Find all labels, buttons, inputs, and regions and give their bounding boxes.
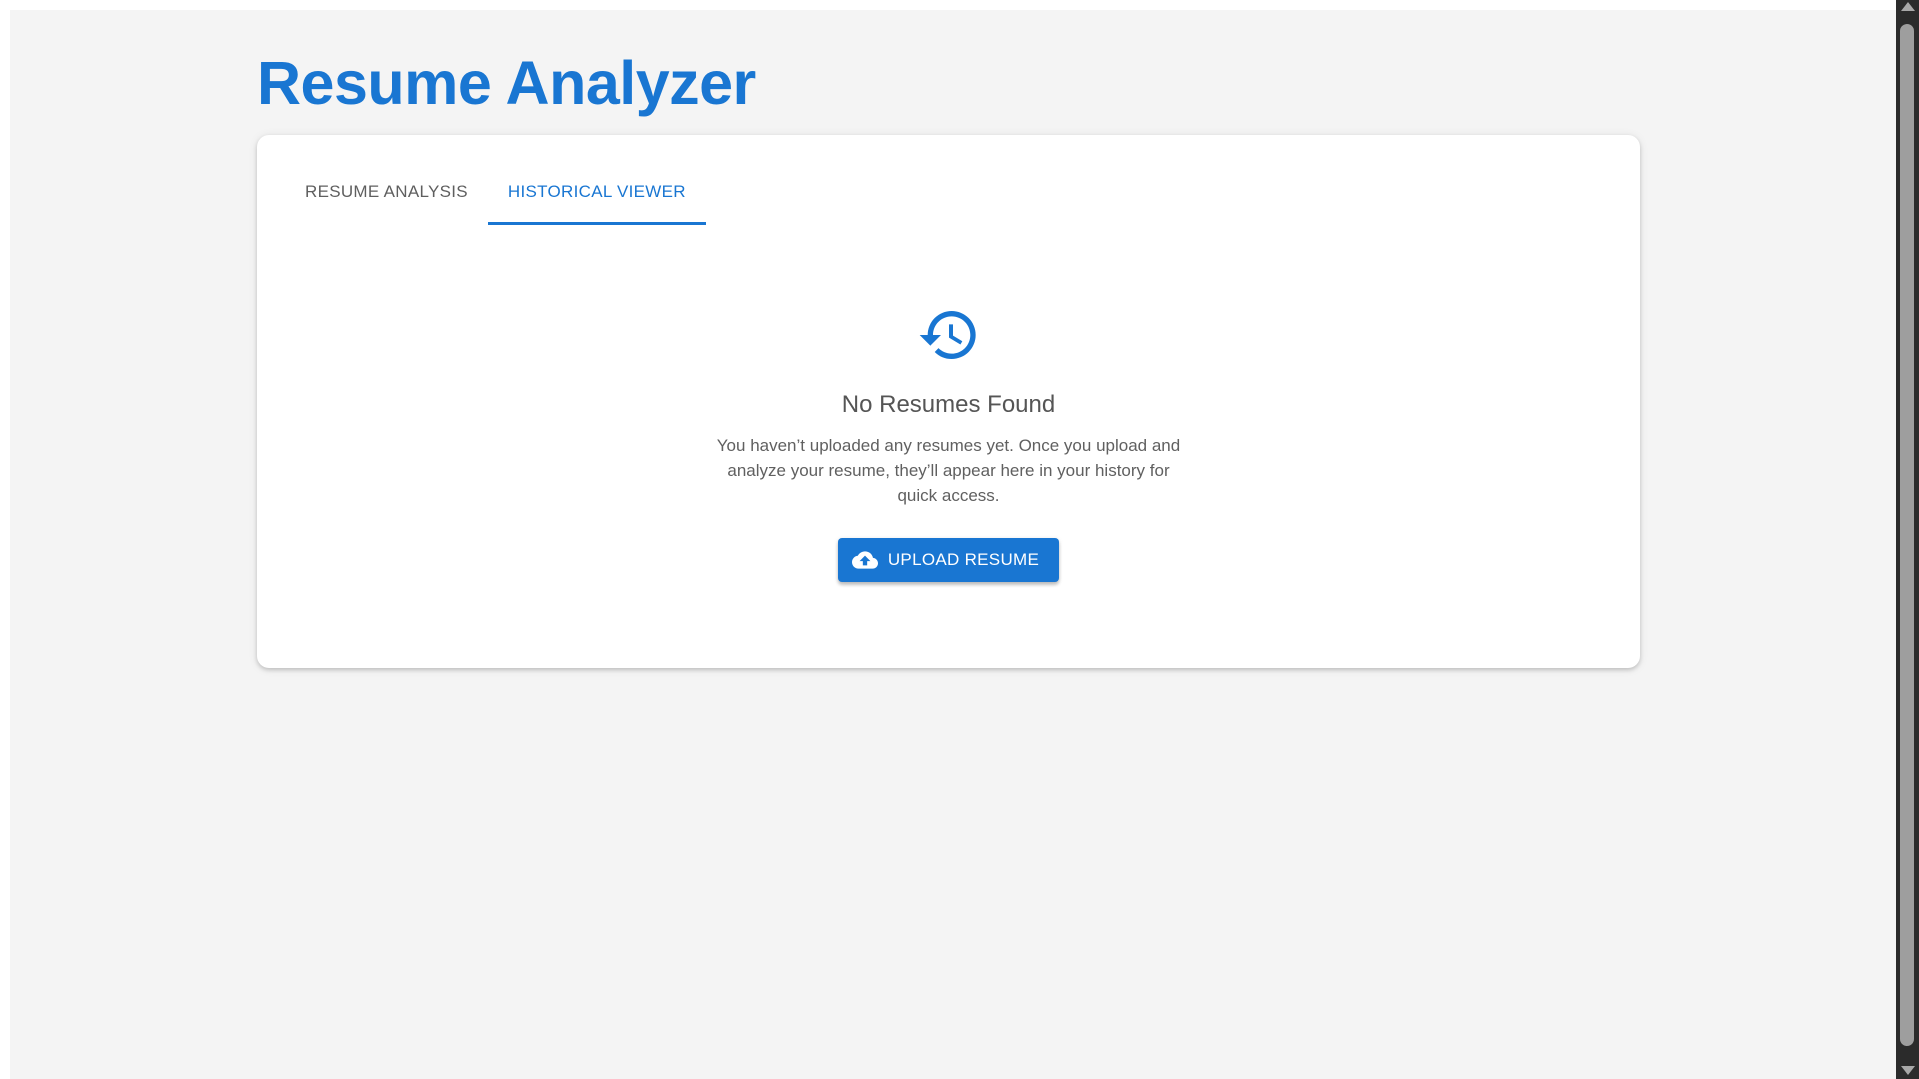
empty-state-title: No Resumes Found: [841, 391, 1056, 418]
tab-historical-viewer[interactable]: HISTORICAL VIEWER: [487, 161, 706, 225]
vertical-scrollbar[interactable]: [1896, 0, 1919, 1079]
scroll-down-arrow-icon[interactable]: [1901, 1066, 1915, 1075]
page-viewport: Resume Analyzer RESUME ANALYSIS HISTORIC…: [10, 10, 1896, 1079]
scroll-up-arrow-icon[interactable]: [1901, 2, 1915, 11]
empty-state: No Resumes Found You haven’t uploaded an…: [257, 303, 1640, 582]
cloud-upload-icon: [851, 551, 878, 569]
main-card: RESUME ANALYSIS HISTORICAL VIEWER No Res…: [257, 135, 1640, 668]
upload-resume-label: UPLOAD RESUME: [887, 550, 1040, 569]
history-icon: [919, 311, 976, 360]
tab-resume-analysis[interactable]: RESUME ANALYSIS: [285, 161, 488, 223]
scroll-thumb[interactable]: [1900, 24, 1914, 1046]
page-title: Resume Analyzer: [257, 49, 756, 117]
upload-resume-button[interactable]: UPLOAD RESUME: [837, 538, 1060, 582]
empty-state-description: You haven’t uploaded any resumes yet. On…: [716, 436, 1181, 505]
tab-bar: RESUME ANALYSIS HISTORICAL VIEWER: [285, 161, 706, 225]
